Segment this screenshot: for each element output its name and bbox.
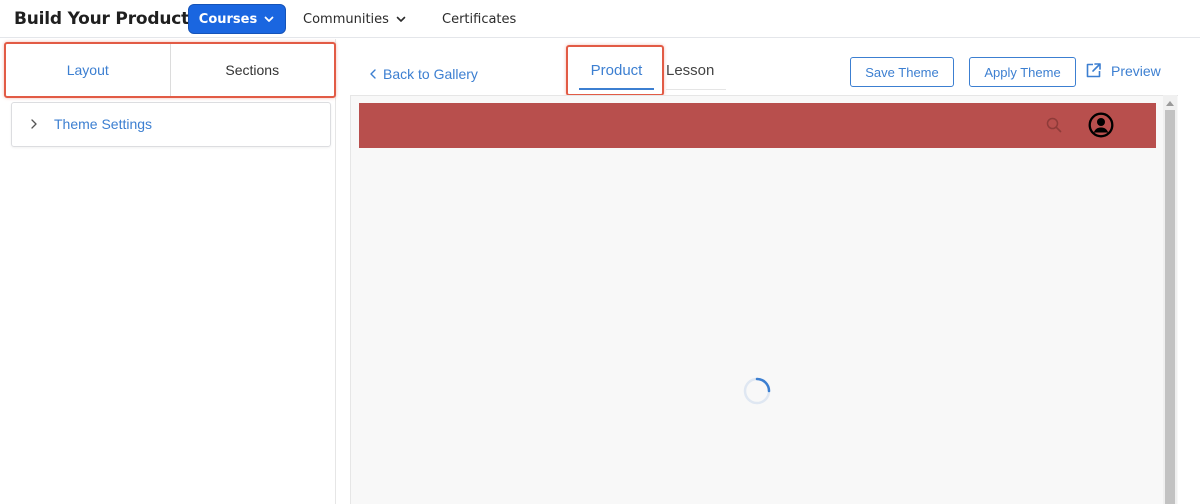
preview-label: Preview xyxy=(1111,62,1161,79)
save-theme-button[interactable]: Save Theme xyxy=(850,57,954,87)
certificates-nav-link[interactable]: Certificates xyxy=(442,4,516,34)
app-title: Build Your Product xyxy=(14,9,190,29)
user-account-icon[interactable] xyxy=(1088,112,1114,138)
apply-theme-button[interactable]: Apply Theme xyxy=(969,57,1076,87)
chevron-right-icon xyxy=(31,119,37,129)
communities-dropdown-button[interactable]: Communities xyxy=(303,4,407,34)
scrollbar-thumb[interactable] xyxy=(1165,110,1175,504)
theme-settings-label: Theme Settings xyxy=(54,116,153,132)
tab-product[interactable]: Product xyxy=(579,62,654,90)
tab-lesson[interactable]: Lesson xyxy=(666,62,726,90)
theme-settings-accordion[interactable]: Theme Settings xyxy=(11,102,331,147)
chevron-down-icon xyxy=(264,16,274,22)
left-settings-panel: Layout Sections Theme Settings xyxy=(0,39,336,504)
chevron-down-icon xyxy=(396,16,406,22)
tab-layout[interactable]: Layout xyxy=(6,44,171,96)
top-navigation-bar: Build Your Product Courses Communities C… xyxy=(0,0,1200,38)
scroll-up-arrow-icon[interactable] xyxy=(1163,97,1177,109)
back-to-gallery-label: Back to Gallery xyxy=(383,66,478,82)
courses-label: Courses xyxy=(198,11,258,27)
panel-tab-group: Layout Sections xyxy=(4,42,336,98)
courses-dropdown-button[interactable]: Courses xyxy=(188,4,286,34)
back-to-gallery-link[interactable]: Back to Gallery xyxy=(369,66,478,82)
certificates-label: Certificates xyxy=(442,11,517,27)
tab-sections[interactable]: Sections xyxy=(171,44,335,96)
theme-preview-canvas xyxy=(350,95,1178,504)
chevron-left-icon xyxy=(370,69,376,79)
loading-spinner-icon xyxy=(743,377,771,405)
external-link-icon xyxy=(1086,63,1101,78)
preview-link[interactable]: Preview xyxy=(1085,62,1161,79)
preview-site-header xyxy=(359,103,1156,148)
search-icon[interactable] xyxy=(1045,116,1063,134)
communities-label: Communities xyxy=(303,11,389,27)
